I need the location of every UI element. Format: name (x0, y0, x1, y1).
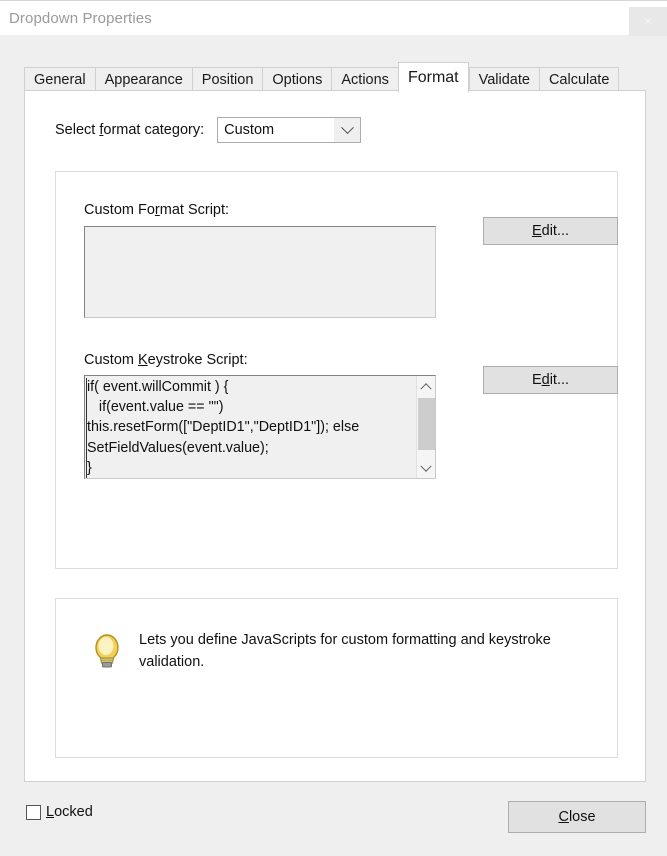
custom-keystroke-script-label: Custom Keystroke Script: (84, 352, 248, 368)
tab-validate[interactable]: Validate (468, 67, 539, 92)
locked-label-accel: L (46, 804, 55, 820)
locked-label-suffix: ocked (54, 804, 93, 820)
tab-options[interactable]: Options (262, 67, 332, 92)
edit-format-script-button-accel: E (531, 223, 542, 239)
close-button[interactable]: Close (508, 801, 646, 833)
edit-format-script-button[interactable]: Edit... (483, 217, 618, 245)
edit-keystroke-script-button[interactable]: Ed it... (483, 366, 618, 394)
tab-actions[interactable]: Actions (331, 67, 398, 92)
format-tab-panel: Select format category: Custom Custom Fo… (24, 90, 646, 782)
chevron-down-icon[interactable] (334, 118, 361, 142)
close-button-suffix: lose (568, 809, 596, 825)
keystroke-script-scrollbar[interactable] (416, 376, 435, 478)
custom-format-script-label-prefix: Custom Fo (84, 202, 155, 218)
scrollbar-thumb[interactable] (418, 398, 435, 450)
custom-format-script-textarea[interactable] (84, 226, 436, 318)
format-category-row: Select format category: Custom (55, 117, 362, 143)
window-title: Dropdown Properties (9, 10, 152, 27)
lightbulb-icon (95, 634, 119, 668)
custom-keystroke-script-label-suffix: eystroke Script: (147, 352, 248, 368)
locked-checkbox-row[interactable]: Locked (26, 804, 93, 820)
dropdown-properties-dialog: Dropdown Properties × General Appearance… (0, 0, 667, 856)
format-category-value: Custom (224, 122, 275, 138)
format-category-label-suffix: ormat category: (103, 122, 205, 138)
tab-general[interactable]: General (24, 67, 95, 92)
hint-group: Lets you define JavaScripts for custom f… (55, 598, 618, 758)
custom-format-script-label: Custom Format Script: (84, 202, 229, 218)
tab-appearance[interactable]: Appearance (94, 67, 192, 92)
tab-format[interactable]: Format (397, 62, 469, 93)
tab-position[interactable]: Position (191, 67, 263, 92)
scripts-group: Custom Format Script: Edit... Custom Key… (55, 171, 618, 569)
locked-checkbox[interactable] (26, 804, 41, 820)
chevron-down-icon[interactable] (417, 459, 435, 478)
format-category-select[interactable]: Custom (217, 117, 362, 143)
tab-calculate[interactable]: Calculate (538, 67, 620, 92)
custom-keystroke-script-textarea[interactable]: if( event.willCommit ) { if(event.value … (84, 375, 436, 479)
close-button-accel: C (558, 809, 569, 825)
title-bar: Dropdown Properties × (0, 0, 667, 36)
custom-keystroke-script-value: if( event.willCommit ) { if(event.value … (87, 379, 360, 476)
edit-keystroke-script-button-accel: d (541, 372, 550, 388)
tab-strip: General Appearance Position Options Acti… (24, 62, 620, 93)
close-icon[interactable]: × (629, 7, 667, 36)
edit-keystroke-script-button-prefix: E (531, 372, 542, 388)
custom-keystroke-script-label-accel: K (138, 352, 148, 368)
chevron-up-icon[interactable] (417, 376, 435, 395)
edit-keystroke-script-button-suffix: it... (549, 372, 570, 388)
custom-format-script-label-suffix: mat Script: (159, 202, 230, 218)
format-category-label: Select format category: (55, 122, 204, 138)
format-category-label-prefix: Select (55, 122, 100, 138)
locked-label: Locked (46, 804, 93, 820)
edit-format-script-button-suffix: dit... (541, 223, 570, 239)
custom-keystroke-script-label-prefix: Custom (84, 352, 138, 368)
hint-text: Lets you define JavaScripts for custom f… (139, 632, 551, 670)
